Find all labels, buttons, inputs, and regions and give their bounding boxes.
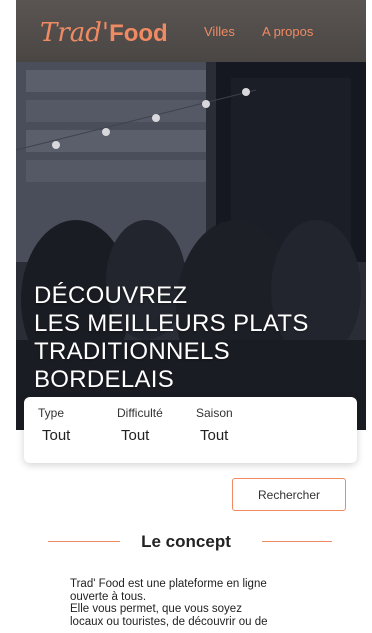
hero-section: Trad'Food Villes A propos DÉCOUVREZ LES … <box>16 0 366 430</box>
filter-type[interactable]: Type Tout <box>38 405 70 447</box>
hero-title: DÉCOUVREZ LES MEILLEURS PLATS TRADITIONN… <box>34 282 364 394</box>
brand-logo[interactable]: Trad'Food <box>40 12 168 54</box>
filter-saison-value[interactable]: Tout <box>200 425 233 447</box>
concept-divider-right <box>262 541 332 542</box>
nav-link-a-propos[interactable]: A propos <box>262 24 313 39</box>
filter-difficulte[interactable]: Difficulté Tout <box>117 405 163 447</box>
logo-script-text: Trad' <box>40 18 110 48</box>
filter-difficulte-value[interactable]: Tout <box>121 425 163 447</box>
filter-saison[interactable]: Saison Tout <box>196 405 233 447</box>
logo-bold-text: Food <box>109 20 168 47</box>
nav-link-villes[interactable]: Villes <box>204 24 235 39</box>
search-button[interactable]: Rechercher <box>232 478 346 511</box>
filter-card: Type Tout Difficulté Tout Saison Tout <box>24 397 357 463</box>
concept-text-line: Trad' Food est une plateforme en ligne <box>70 578 267 590</box>
concept-text-line: Elle vous permet, que vous soyez <box>70 603 242 615</box>
filter-difficulte-label: Difficulté <box>117 406 163 420</box>
filter-saison-label: Saison <box>196 406 233 420</box>
hero-title-line: LES MEILLEURS PLATS <box>34 310 309 337</box>
concept-text-line: ouverte à tous. <box>70 590 147 603</box>
hero-title-line: TRADITIONNELS <box>34 338 230 365</box>
filter-type-label: Type <box>38 406 65 420</box>
top-header: Trad'Food Villes A propos <box>16 0 366 62</box>
hero-title-line: BORDELAIS <box>34 366 175 393</box>
concept-text-line: locaux ou touristes, de découvrir ou de <box>70 615 268 628</box>
filter-type-value[interactable]: Tout <box>42 425 70 447</box>
concept-description: Trad' Food est une plateforme en ligne o… <box>70 578 330 628</box>
concept-title: Le concept <box>141 532 231 551</box>
hero-title-line: DÉCOUVREZ <box>34 282 188 309</box>
